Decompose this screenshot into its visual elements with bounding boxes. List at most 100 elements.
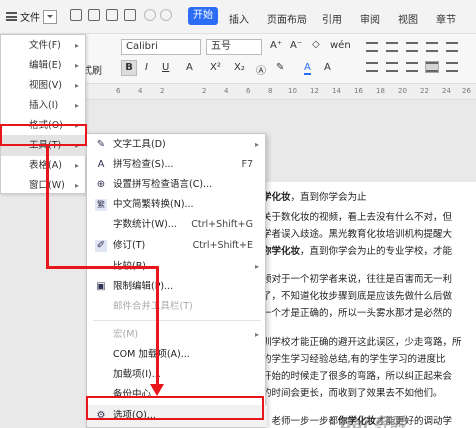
folder-icon[interactable]: [70, 9, 82, 21]
tab-references[interactable]: 引用: [322, 11, 342, 26]
menu-item-mail-merge-toolbar: 邮件合并工具栏(T): [87, 296, 267, 318]
doc-line: 训学校才能正确的避开这此误区，少走弯路，所: [262, 337, 462, 348]
redo-icon[interactable]: [160, 9, 172, 21]
align-center-icon[interactable]: [386, 62, 398, 72]
menu-item-label: 中文简繁转换(N)...: [113, 199, 194, 210]
menu-item-edit[interactable]: 编辑(E) ▸: [1, 55, 87, 76]
tab-section[interactable]: 章节: [436, 11, 456, 26]
doc-line: 学化妆，直到你学会为止: [262, 189, 367, 203]
spellcheck-icon: A: [97, 159, 105, 170]
menu-item-spellcheck[interactable]: A 拼写检查(S)... F7: [87, 154, 267, 176]
chevron-right-icon: ▸: [74, 81, 79, 90]
menu-item-spell-language[interactable]: ⊕ 设置拼写检查语言(C)...: [87, 174, 267, 196]
doc-line: 一个才是正确的，所以一头雾水那才是必然的: [262, 308, 453, 319]
file-dropdown-button[interactable]: [43, 9, 57, 24]
save-icon[interactable]: [88, 9, 100, 21]
font-color-button[interactable]: A: [304, 62, 311, 75]
ruler-tick: 2: [160, 87, 165, 95]
file-menu-trigger[interactable]: 文件: [6, 9, 57, 24]
text-effect-icon[interactable]: Ⓐ: [256, 62, 266, 77]
file-label: 文件: [20, 13, 40, 24]
font-grow-icon[interactable]: A⁺: [270, 40, 282, 51]
distribute-icon[interactable]: [446, 62, 458, 72]
ruler-tick: 6: [116, 87, 121, 95]
ruler-tick: 24: [442, 87, 451, 95]
chevron-right-icon: ▸: [254, 330, 259, 339]
ruler-tick: 2: [202, 87, 207, 95]
ruler-tick: 8: [268, 87, 273, 95]
ruler-tick: 20: [398, 87, 407, 95]
tab-insert[interactable]: 插入: [229, 11, 249, 26]
tab-view[interactable]: 视图: [398, 11, 418, 26]
annotation-box-options: [86, 396, 264, 420]
menu-item-label: 插入(I): [29, 100, 59, 111]
menu-item-com-addins[interactable]: COM 加载项(A)...: [87, 344, 267, 366]
doc-line: 的学生学习经验总结,有的学生学习的进度比: [262, 354, 446, 365]
numbering-icon[interactable]: [386, 42, 398, 52]
ruler-tick: 26: [462, 87, 471, 95]
align-right-icon[interactable]: [406, 62, 418, 72]
menu-item-view[interactable]: 视图(V) ▸: [1, 75, 87, 96]
menu-item-insert[interactable]: 插入(I) ▸: [1, 95, 87, 116]
char-shading-icon[interactable]: A: [324, 62, 331, 73]
undo-icon[interactable]: [144, 9, 156, 21]
menu-item-label: 宏(M): [113, 329, 139, 340]
font-size-select[interactable]: 五号: [206, 39, 262, 55]
shortcut-label: Ctrl+Shift+E: [192, 240, 253, 251]
ruler-tick: 18: [376, 87, 385, 95]
pinyin-icon[interactable]: wén: [330, 40, 351, 51]
menu-item-window[interactable]: 窗口(W)▸: [1, 175, 87, 196]
chevron-right-icon: ▸: [74, 101, 79, 110]
menu-item-addins[interactable]: 加载项(I)...: [87, 364, 267, 386]
text-tool-icon: ✎: [96, 139, 106, 150]
doc-bold-text: 你学化妆: [262, 246, 301, 257]
sort-icon[interactable]: [446, 42, 458, 52]
underline-button[interactable]: U: [162, 62, 169, 73]
ruler-tick: 22: [420, 87, 429, 95]
print-preview-icon[interactable]: [124, 9, 136, 21]
menu-item-chinese-convert[interactable]: 繁 中文简繁转换(N)...: [87, 194, 267, 216]
menu-item-table[interactable]: 表格(A)▸: [1, 155, 87, 176]
chevron-right-icon: ▸: [254, 262, 259, 271]
doc-text: ，直到你学会为止的专业学校，才能: [300, 246, 453, 257]
menu-item-macro: 宏(M) ▸: [87, 324, 267, 346]
menu-item-text-tools[interactable]: ✎ 文字工具(D) ▸: [87, 134, 267, 156]
align-left-icon[interactable]: [366, 62, 378, 72]
doc-line: 学者误入歧途。黑光教育化妆培训机构提醒大: [262, 229, 453, 240]
decrease-indent-icon[interactable]: [406, 42, 418, 52]
ruler-tick: 4: [138, 87, 143, 95]
menu-item-word-count[interactable]: 字数统计(W)... Ctrl+Shift+G: [87, 214, 267, 236]
tab-review[interactable]: 审阅: [360, 11, 380, 26]
doc-line: 你学化妆，直到你学会为止的专业学校，才能: [262, 243, 452, 257]
clear-format-icon[interactable]: ◇: [312, 39, 320, 50]
tab-home[interactable]: 开始: [188, 7, 218, 25]
annotation-arrowhead: [150, 384, 164, 396]
menu-item-label: 设置拼写检查语言(C)...: [113, 179, 213, 190]
horizontal-ruler: 6 4 2 2 4 6 8 10 12 14 16 18 20 22 24 26: [86, 84, 476, 100]
menu-item-label: 字数统计(W)...: [113, 219, 177, 230]
menu-item-file[interactable]: 文件(F) ▸: [1, 35, 87, 56]
justify-icon[interactable]: [425, 61, 439, 73]
superscript-button[interactable]: X²: [210, 62, 221, 73]
subscript-button[interactable]: X₂: [234, 62, 245, 73]
doc-line: 了，不知道化妆步骤到底是应该先做什么后做: [262, 291, 453, 302]
increase-indent-icon[interactable]: [426, 42, 438, 52]
doc-text: ，直到你学会为止: [290, 192, 367, 203]
strikethrough-icon[interactable]: A: [186, 62, 193, 73]
menu-item-label: 文字工具(D): [113, 139, 166, 150]
highlight-icon[interactable]: ✎: [276, 62, 284, 73]
menu-separator: [93, 320, 261, 321]
bullets-icon[interactable]: [366, 42, 378, 52]
font-name-select[interactable]: Calibri: [121, 39, 201, 55]
convert-icon: 繁: [95, 199, 107, 211]
print-icon[interactable]: [106, 9, 118, 21]
ruler-tick: 4: [224, 87, 229, 95]
font-shrink-icon[interactable]: A⁻: [290, 40, 302, 51]
bold-button[interactable]: B: [121, 60, 137, 76]
italic-button[interactable]: I: [145, 62, 148, 73]
menu-item-revision[interactable]: ✐ 修订(T) Ctrl+Shift+E: [87, 235, 267, 257]
menu-item-restrict-editing[interactable]: ▣ 限制编辑(P)...: [87, 276, 267, 298]
watermark-logo: Bai 经验: [340, 414, 407, 428]
menu-item-label: 视图(V): [29, 80, 62, 91]
tab-page-layout[interactable]: 页面布局: [267, 11, 307, 26]
